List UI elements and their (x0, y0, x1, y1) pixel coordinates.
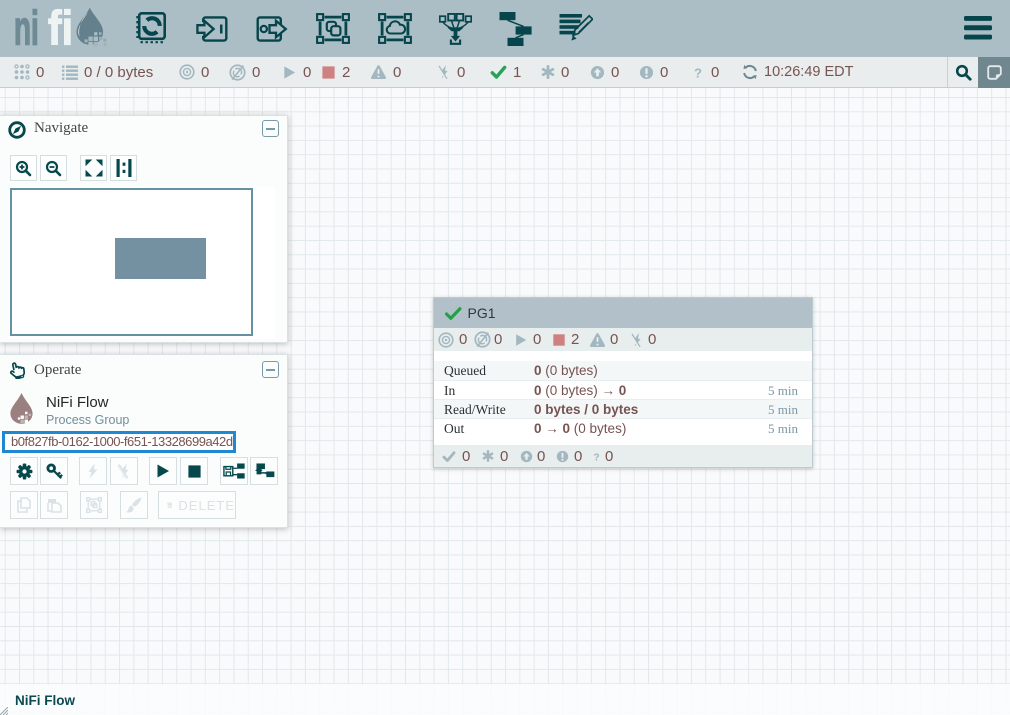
svg-text:ni: ni (14, 4, 39, 54)
svg-text:fi: fi (48, 4, 73, 54)
